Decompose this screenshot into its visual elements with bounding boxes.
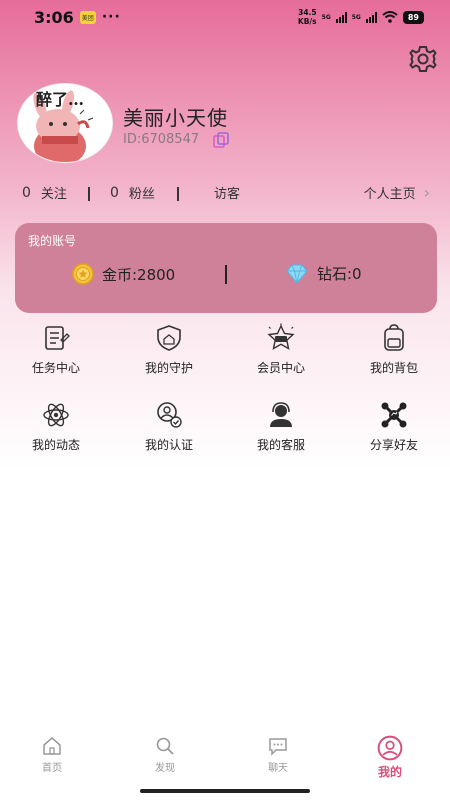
grid-item-my-backpack[interactable]: 我的背包 <box>349 323 439 376</box>
profile-icon <box>377 735 403 761</box>
status-bar: 3:06 美团 ··· 34.5 KB/s 5G 5G 89 <box>0 0 450 34</box>
home-icon <box>43 737 61 755</box>
network-type-1: 5G <box>321 13 331 21</box>
discover-icon <box>156 737 174 755</box>
grid-item-vip-center[interactable]: 会员中心 <box>236 323 326 376</box>
network-speed-unit: KB/s <box>297 17 317 26</box>
vip-icon <box>267 323 295 350</box>
more-notifications-indicator: ··· <box>101 9 121 25</box>
visitors-stat[interactable]: 访客 <box>214 183 240 202</box>
backpack-icon <box>384 324 404 351</box>
tab-label: 首页 <box>42 763 62 774</box>
account-card: 我的账号 金币:2800 钻石:0 <box>15 223 437 313</box>
stats-row: 0 关注 0 粉丝 访客 个人主页 › <box>0 183 450 207</box>
gold-balance[interactable]: 金币:2800 <box>72 263 175 285</box>
fans-count: 0 <box>110 184 119 201</box>
tab-home[interactable]: 首页 <box>22 735 82 774</box>
signal-icon-2 <box>365 11 377 23</box>
notification-badge: 美团 <box>79 10 96 24</box>
settings-gear-icon[interactable] <box>408 44 438 74</box>
home-indicator <box>140 789 310 793</box>
account-title: 我的账号 <box>28 234 77 248</box>
tab-me[interactable]: 我的 <box>360 735 420 780</box>
gold-balance-label: 金币:2800 <box>102 265 176 284</box>
grid-item-label: 任务中心 <box>31 361 80 375</box>
atom-icon <box>43 403 69 427</box>
tab-label: 聊天 <box>268 763 288 774</box>
fans-label: 粉丝 <box>128 187 155 202</box>
nickname: 美丽小天使 <box>123 106 228 130</box>
diamond-icon <box>286 264 308 284</box>
copy-icon[interactable] <box>212 131 230 149</box>
following-count: 0 <box>22 184 31 201</box>
grid-item-task-center[interactable]: 任务中心 <box>11 323 101 376</box>
grid-item-my-guard[interactable]: 我的守护 <box>124 323 214 376</box>
grid-item-label: 分享好友 <box>369 438 418 452</box>
visitors-label: 访客 <box>214 187 241 202</box>
status-right: 34.5 KB/s 5G 5G 89 <box>298 8 424 26</box>
diamond-balance[interactable]: 钻石:0 <box>285 263 362 284</box>
personal-homepage-label: 个人主页 <box>363 187 416 202</box>
grid-item-label: 会员中心 <box>256 361 305 375</box>
support-icon <box>270 402 292 427</box>
personal-homepage-link[interactable]: 个人主页 › <box>364 183 430 202</box>
grid-item-customer-service[interactable]: 我的客服 <box>236 400 326 453</box>
grid-item-label: 我的客服 <box>256 438 305 452</box>
network-speed: 34.5 KB/s <box>298 8 317 26</box>
tab-discover[interactable]: 发现 <box>135 735 195 774</box>
grid-item-my-posts[interactable]: 我的动态 <box>11 400 101 453</box>
network-type-2: 5G <box>351 13 361 21</box>
bottom-tab-bar: 首页 发现 聊天 我的 <box>0 735 450 785</box>
following-label: 关注 <box>40 187 67 202</box>
grid-item-label: 我的背包 <box>369 361 418 375</box>
grid-item-label: 我的认证 <box>144 438 193 452</box>
wifi-icon <box>382 11 398 23</box>
following-stat[interactable]: 0 关注 <box>22 183 67 203</box>
network-speed-value: 34.5 <box>298 8 317 17</box>
tab-label: 我的 <box>377 765 402 779</box>
clock: 3:06 <box>34 7 74 27</box>
signal-icon <box>335 11 347 23</box>
stats-divider <box>88 187 90 201</box>
grid-item-share-friends[interactable]: 分享好友 <box>349 400 439 453</box>
chat-icon <box>269 738 287 756</box>
guard-icon <box>157 325 181 351</box>
tab-label: 发现 <box>155 763 175 774</box>
stats-divider <box>177 187 179 201</box>
chevron-right-icon: › <box>423 183 430 202</box>
task-icon <box>45 326 70 350</box>
grid-item-label: 我的动态 <box>31 438 80 452</box>
card-divider <box>225 265 227 284</box>
share-icon <box>381 402 407 428</box>
diamond-balance-label: 钻石:0 <box>317 265 362 283</box>
battery-indicator: 89 <box>402 10 424 24</box>
grid-item-my-verification[interactable]: 我的认证 <box>124 400 214 453</box>
grid-item-label: 我的守护 <box>144 361 193 375</box>
status-left: 3:06 美团 ··· <box>34 8 121 27</box>
fans-stat[interactable]: 0 粉丝 <box>110 183 155 203</box>
verify-icon <box>157 402 182 428</box>
avatar-caption: 醉了… <box>36 90 85 109</box>
user-id: ID:6708547 <box>123 132 200 147</box>
tab-chat[interactable]: 聊天 <box>248 735 308 774</box>
gold-coin-icon <box>72 263 94 285</box>
